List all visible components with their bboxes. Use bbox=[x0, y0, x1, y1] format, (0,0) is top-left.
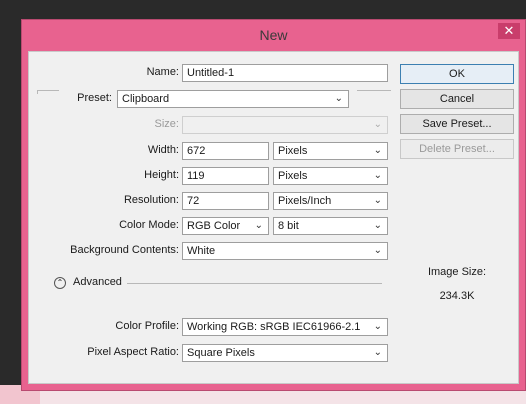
height-unit-select[interactable]: Pixels ⌄ bbox=[273, 167, 388, 185]
chevron-down-icon: ⌄ bbox=[373, 220, 382, 231]
desktop-background-strip bbox=[40, 390, 526, 404]
chevron-down-icon: ⌄ bbox=[373, 145, 382, 156]
height-unit-value: Pixels bbox=[278, 170, 308, 182]
resolution-input[interactable]: 72 bbox=[182, 192, 269, 210]
chevron-down-icon: ⌄ bbox=[373, 245, 382, 256]
width-unit-select[interactable]: Pixels ⌄ bbox=[273, 142, 388, 160]
color-mode-value: RGB Color bbox=[187, 220, 241, 232]
color-profile-select[interactable]: Working RGB: sRGB IEC61966-2.1 ⌄ bbox=[182, 318, 388, 336]
height-label: Height: bbox=[144, 169, 179, 181]
preset-value: Clipboard bbox=[122, 93, 170, 105]
pixel-aspect-ratio-label: Pixel Aspect Ratio: bbox=[87, 346, 179, 358]
pixel-aspect-ratio-select[interactable]: Square Pixels ⌄ bbox=[182, 344, 388, 362]
dialog-body: Name: Untitled-1 Preset: Clipboard ⌄ Siz… bbox=[28, 51, 519, 384]
image-size-label: Image Size: bbox=[427, 266, 487, 278]
title-bar[interactable]: New ✕ bbox=[22, 20, 525, 51]
advanced-divider bbox=[127, 283, 382, 284]
dialog-title: New bbox=[259, 27, 288, 43]
resolution-unit-value: Pixels/Inch bbox=[278, 195, 332, 207]
size-label: Size: bbox=[154, 118, 179, 130]
pixel-aspect-ratio-value: Square Pixels bbox=[187, 347, 255, 359]
group-border-top-right bbox=[357, 90, 391, 91]
resolution-unit-select[interactable]: Pixels/Inch ⌄ bbox=[273, 192, 388, 210]
chevron-down-icon: ⌄ bbox=[254, 220, 263, 231]
height-input[interactable]: 119 bbox=[182, 167, 269, 185]
width-label: Width: bbox=[147, 144, 179, 156]
background-contents-select[interactable]: White ⌄ bbox=[182, 242, 388, 260]
background-contents-value: White bbox=[187, 245, 216, 257]
image-size-value: 234.3K bbox=[439, 290, 475, 302]
chevron-down-icon: ⌄ bbox=[373, 170, 382, 181]
advanced-toggle-label[interactable]: Advanced bbox=[73, 276, 122, 288]
new-document-dialog: New ✕ Name: Untitled-1 Preset: Clipboard… bbox=[21, 19, 526, 391]
size-select: ⌄ bbox=[182, 116, 388, 134]
preset-select[interactable]: Clipboard ⌄ bbox=[117, 90, 349, 108]
resolution-label: Resolution: bbox=[123, 194, 179, 206]
advanced-toggle-icon[interactable]: ⌃ bbox=[54, 277, 66, 289]
background-contents-label: Background Contents: bbox=[70, 244, 179, 256]
name-label: Name: bbox=[146, 66, 179, 78]
color-profile-label: Color Profile: bbox=[115, 320, 179, 332]
chevron-down-icon: ⌄ bbox=[373, 321, 382, 332]
chevron-down-icon: ⌄ bbox=[373, 195, 382, 206]
save-preset-button[interactable]: Save Preset... bbox=[400, 114, 514, 134]
group-border-top-left bbox=[37, 90, 59, 91]
close-icon: ✕ bbox=[503, 23, 515, 38]
ok-button[interactable]: OK bbox=[400, 64, 514, 84]
cancel-button[interactable]: Cancel bbox=[400, 89, 514, 109]
close-button[interactable]: ✕ bbox=[498, 23, 520, 39]
name-input[interactable]: Untitled-1 bbox=[182, 64, 388, 82]
chevron-down-icon: ⌄ bbox=[334, 93, 343, 104]
width-unit-value: Pixels bbox=[278, 145, 308, 157]
delete-preset-button: Delete Preset... bbox=[400, 139, 514, 159]
color-mode-label: Color Mode: bbox=[119, 219, 179, 231]
preset-label: Preset: bbox=[77, 92, 112, 104]
color-profile-value: Working RGB: sRGB IEC61966-2.1 bbox=[187, 321, 361, 333]
chevron-down-icon: ⌄ bbox=[373, 119, 382, 130]
bit-depth-value: 8 bit bbox=[278, 220, 299, 232]
width-input[interactable]: 672 bbox=[182, 142, 269, 160]
bit-depth-select[interactable]: 8 bit ⌄ bbox=[273, 217, 388, 235]
chevron-down-icon: ⌄ bbox=[373, 347, 382, 358]
color-mode-select[interactable]: RGB Color ⌄ bbox=[182, 217, 269, 235]
